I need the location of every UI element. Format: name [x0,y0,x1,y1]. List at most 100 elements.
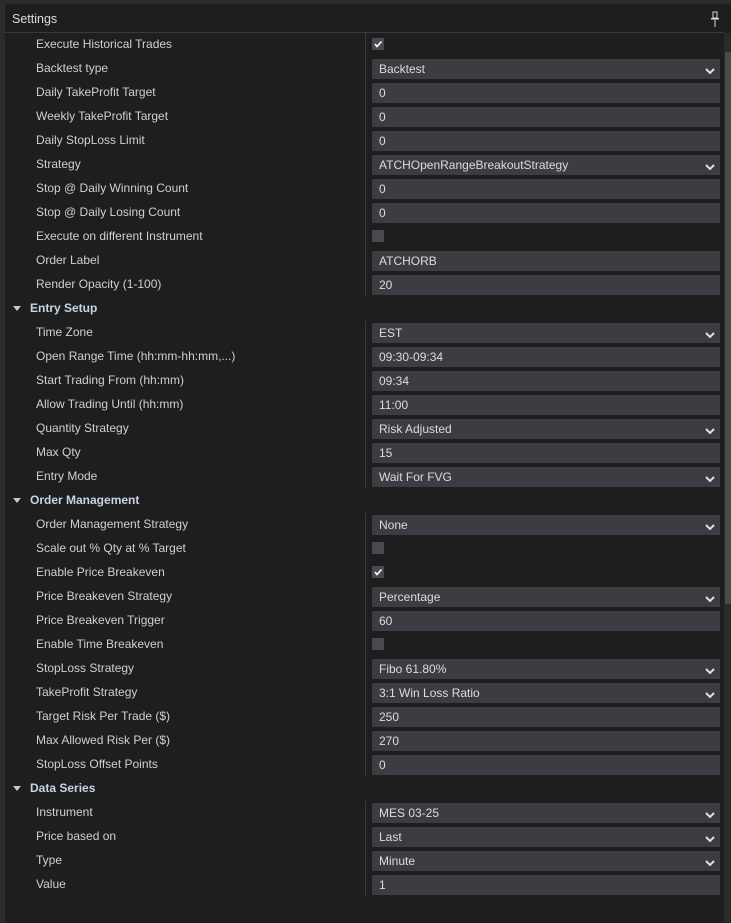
property-value: Minute [379,854,416,868]
chevron-down-icon[interactable] [704,687,716,699]
property-input[interactable]: 15 [372,443,720,463]
property-row: Backtest type Backtest [5,57,724,81]
property-input[interactable]: 60 [372,611,720,631]
property-label: Open Range Time (hh:mm-hh:mm,...) [36,349,236,363]
property-row: Stop @ Daily Winning Count 0 [5,177,724,201]
property-dropdown[interactable]: Percentage [372,587,720,607]
chevron-down-icon[interactable] [704,855,716,867]
column-divider [365,345,366,369]
property-checkbox[interactable] [372,566,384,578]
chevron-down-icon[interactable] [704,519,716,531]
property-label: Render Opacity (1-100) [36,277,162,291]
chevron-down-icon[interactable] [704,807,716,819]
property-value: ATCHOpenRangeBreakoutStrategy [379,158,569,172]
settings-panel: Settings Execute Historical Trades Backte… [0,0,731,923]
property-row: StopLoss Strategy Fibo 61.80% [5,657,724,681]
column-divider [365,465,366,489]
property-checkbox[interactable] [372,542,384,554]
property-dropdown[interactable]: ATCHOpenRangeBreakoutStrategy [372,155,720,175]
property-dropdown[interactable]: Backtest [372,59,720,79]
property-dropdown[interactable]: Fibo 61.80% [372,659,720,679]
column-divider [365,753,366,777]
column-divider [365,249,366,273]
property-dropdown[interactable]: Minute [372,851,720,871]
column-divider [365,633,366,657]
category-header[interactable]: Entry Setup [5,297,724,321]
property-row: Value 1 [5,873,724,897]
column-divider [365,825,366,849]
property-input[interactable]: 0 [372,203,720,223]
category-header[interactable]: Data Series [5,777,724,801]
property-dropdown[interactable]: Risk Adjusted [372,419,720,439]
chevron-down-icon[interactable] [704,663,716,675]
property-input[interactable]: 0 [372,131,720,151]
chevron-down-icon[interactable] [704,591,716,603]
property-value: 3:1 Win Loss Ratio [379,686,480,700]
property-dropdown[interactable]: Wait For FVG [372,467,720,487]
property-label: Entry Mode [36,469,98,483]
property-label: Allow Trading Until (hh:mm) [36,397,184,411]
collapse-arrow-icon[interactable] [13,786,21,791]
property-checkbox[interactable] [372,638,384,650]
property-value: EST [379,326,403,340]
column-divider [365,273,366,297]
property-input[interactable]: ATCHORB [372,251,720,271]
property-row: Max Qty 15 [5,441,724,465]
collapse-arrow-icon[interactable] [13,306,21,311]
property-label: Order Management Strategy [36,517,189,531]
property-dropdown[interactable]: 3:1 Win Loss Ratio [372,683,720,703]
property-row: Price based on Last [5,825,724,849]
column-divider [365,393,366,417]
category-header[interactable]: Order Management [5,489,724,513]
property-dropdown[interactable]: EST [372,323,720,343]
property-value: 20 [379,278,393,292]
pin-icon[interactable] [710,11,720,28]
column-divider [365,681,366,705]
chevron-down-icon[interactable] [704,159,716,171]
column-divider [365,369,366,393]
chevron-down-icon[interactable] [704,471,716,483]
property-input[interactable]: 09:30-09:34 [372,347,720,367]
property-row: Allow Trading Until (hh:mm) 11:00 [5,393,724,417]
property-label: Order Label [36,253,100,267]
collapse-arrow-icon[interactable] [13,498,21,503]
property-dropdown[interactable]: Last [372,827,720,847]
chevron-down-icon[interactable] [704,63,716,75]
property-input[interactable]: 0 [372,83,720,103]
property-row: Open Range Time (hh:mm-hh:mm,...) 09:30-0… [5,345,724,369]
property-dropdown[interactable]: None [372,515,720,535]
column-divider [365,513,366,537]
property-input[interactable]: 0 [372,107,720,127]
property-checkbox[interactable] [372,38,384,50]
column-divider [365,441,366,465]
property-row: Execute Historical Trades [5,33,724,57]
property-label: Enable Time Breakeven [36,637,164,651]
property-input[interactable]: 20 [372,275,720,295]
property-row: Instrument MES 03-25 [5,801,724,825]
column-divider [365,657,366,681]
column-divider [365,729,366,753]
column-divider [365,561,366,585]
property-input[interactable]: 09:34 [372,371,720,391]
property-input[interactable]: 0 [372,179,720,199]
property-label: StopLoss Offset Points [36,757,158,771]
property-input[interactable]: 11:00 [372,395,720,415]
scrollbar-thumb[interactable] [725,52,731,604]
property-row: Entry Mode Wait For FVG [5,465,724,489]
property-dropdown[interactable]: MES 03-25 [372,803,720,823]
property-input[interactable]: 250 [372,707,720,727]
property-value: Last [379,830,402,844]
property-checkbox[interactable] [372,230,384,242]
property-value: Wait For FVG [379,470,452,484]
property-label: Execute Historical Trades [36,37,173,51]
chevron-down-icon[interactable] [704,327,716,339]
property-input[interactable]: 0 [372,755,720,775]
chevron-down-icon[interactable] [704,423,716,435]
property-value: 0 [379,110,386,124]
property-value: MES 03-25 [379,806,440,820]
property-input[interactable]: 270 [372,731,720,751]
property-row: Enable Time Breakeven [5,633,724,657]
chevron-down-icon[interactable] [704,831,716,843]
category-label: Entry Setup [30,301,98,315]
property-input[interactable]: 1 [372,875,720,895]
